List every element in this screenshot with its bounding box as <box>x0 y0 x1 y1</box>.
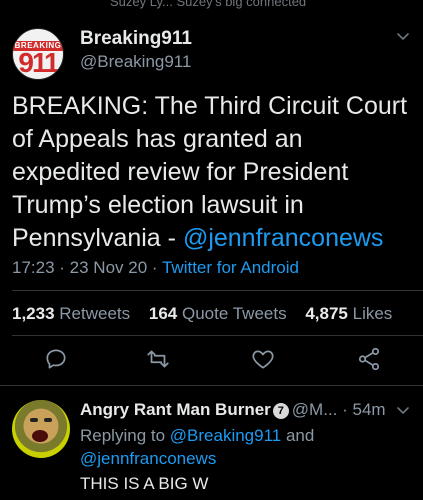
avatar-mouth <box>32 430 48 442</box>
likes-count: 4,875 <box>305 304 348 323</box>
divider <box>12 290 423 291</box>
tweet-time: 17:23 <box>12 258 55 277</box>
avatar-eye <box>30 418 38 422</box>
meta-separator: · <box>54 258 70 277</box>
retweets-count: 1,233 <box>12 304 55 323</box>
divider <box>0 385 423 386</box>
action-bar <box>0 346 423 376</box>
badge-icon: 7 <box>272 403 289 419</box>
replying-and: and <box>281 426 315 445</box>
avatar[interactable] <box>12 400 70 458</box>
mention-link[interactable]: @Breaking911 <box>170 426 281 445</box>
tweet-stats: 1,233 Retweets 164 Quote Tweets 4,875 Li… <box>12 304 392 324</box>
meta-separator: · <box>337 400 353 419</box>
divider <box>12 335 423 336</box>
retweet-icon[interactable] <box>145 346 171 372</box>
tweet-date: 23 Nov 20 <box>69 258 148 277</box>
reply-text: THIS IS A BIG W <box>80 474 209 493</box>
quotes-count: 164 <box>148 304 178 323</box>
replying-to: Replying to @Breaking911 and @jennfranco… <box>80 424 410 470</box>
reply-icon[interactable] <box>43 346 69 372</box>
mention-link[interactable]: @jennfranconews <box>183 224 384 252</box>
tweet-text: BREAKING: The Third Circuit Court of App… <box>12 90 412 255</box>
replying-prefix: Replying to <box>80 426 170 445</box>
retweets-stat[interactable]: 1,233 Retweets <box>12 304 130 323</box>
share-icon[interactable] <box>356 346 382 372</box>
retweets-label: Retweets <box>59 304 131 323</box>
source-link[interactable]: Twitter for Android <box>162 258 299 277</box>
chevron-down-icon[interactable] <box>395 402 411 423</box>
chevron-down-icon[interactable] <box>395 28 411 49</box>
like-icon[interactable] <box>250 346 276 372</box>
user-handle[interactable]: @Breaking911 <box>80 52 191 72</box>
reply-handle[interactable]: @M... <box>292 400 338 419</box>
mention-link[interactable]: @jennfranconews <box>80 449 216 468</box>
avatar[interactable]: BREAKING 911 <box>12 28 64 80</box>
avatar-logo-text: 911 <box>18 47 59 78</box>
display-name[interactable]: Breaking911 <box>80 28 192 50</box>
avatar-eye <box>44 418 52 422</box>
likes-label: Likes <box>352 304 393 323</box>
quotes-stat[interactable]: 164 Quote Tweets <box>149 304 287 323</box>
tweet-meta: 17:23 · 23 Nov 20 · Twitter for Android <box>12 258 299 278</box>
reply-display-name[interactable]: Angry Rant Man Burner <box>80 400 271 419</box>
meta-separator: · <box>147 258 162 277</box>
truncated-previous-tweet-text: Suzey Ly... Suzey's big connected <box>110 0 307 9</box>
likes-stat[interactable]: 4,875 Likes <box>305 304 392 323</box>
reply-time: 54m <box>352 400 386 419</box>
quotes-label: Quote Tweets <box>182 304 287 323</box>
reply-header: Angry Rant Man Burner 7 @M... · 54m <box>80 400 386 420</box>
